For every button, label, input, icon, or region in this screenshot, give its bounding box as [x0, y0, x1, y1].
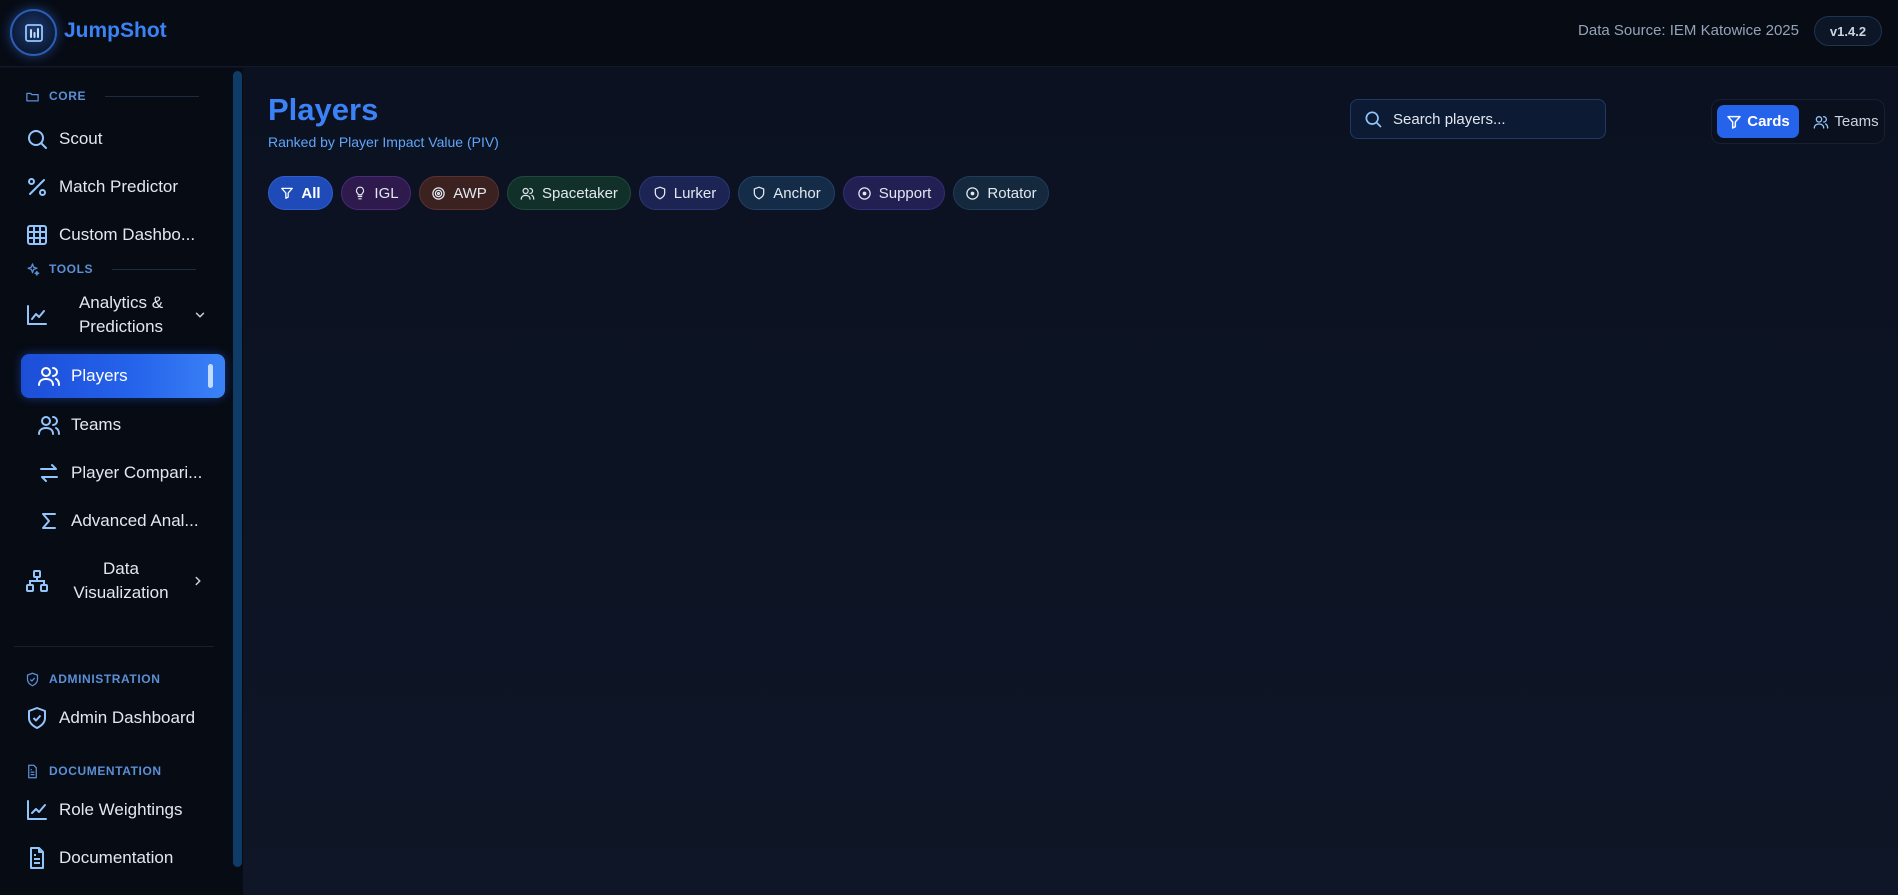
sidebar-group-data-visualization[interactable]: Data Visualization	[25, 557, 205, 605]
sidebar-item-label: Match Predictor	[59, 177, 179, 196]
filter-chip-label: Anchor	[773, 184, 821, 202]
filter-icon	[281, 187, 294, 199]
grid-icon	[27, 225, 47, 245]
brand-name[interactable]: JumpShot	[64, 19, 167, 43]
filter-chip-rotator[interactable]: Rotator	[953, 176, 1049, 210]
target-icon	[432, 186, 445, 200]
filter-chip-lurker[interactable]: Lurker	[639, 176, 730, 210]
chevron-down-icon	[195, 312, 205, 318]
sidebar-item-label: Player Compari...	[71, 463, 203, 482]
shield-check-icon	[26, 672, 39, 686]
file-text-icon	[28, 764, 37, 778]
search-icon	[28, 130, 47, 149]
cards-view-button[interactable]: Cards	[1717, 105, 1799, 138]
sidebar-item-player-comparison[interactable]: Player Compari...	[37, 461, 202, 485]
search-box[interactable]	[1350, 99, 1606, 139]
chevron-right-icon	[195, 576, 201, 586]
sidebar-scrollbar[interactable]	[233, 71, 242, 867]
filter-chip-label: Lurker	[673, 184, 717, 202]
filter-chip-label: All	[301, 184, 321, 202]
filter-chip-support[interactable]: Support	[843, 176, 945, 210]
shield-icon	[654, 186, 666, 200]
sparkles-icon	[27, 262, 40, 276]
teams-view-button[interactable]: Teams	[1810, 105, 1882, 138]
sidebar-item-documentation[interactable]: Documentation	[25, 846, 173, 870]
sidebar-divider	[14, 646, 214, 647]
section-documentation-title: DOCUMENTATION	[49, 764, 162, 778]
section-tools: TOOLS	[25, 260, 197, 278]
section-documentation: DOCUMENTATION	[25, 762, 162, 780]
page-title: Players	[268, 92, 379, 127]
cards-view-label: Cards	[1747, 113, 1790, 130]
sidebar-item-label: Role Weightings	[59, 800, 183, 819]
search-input[interactable]	[1393, 110, 1593, 128]
circle-dot-icon	[857, 186, 871, 200]
sidebar-group-label-line2: Visualization	[73, 583, 169, 602]
filter-chip-anchor[interactable]: Anchor	[738, 176, 835, 210]
filter-chip-spacetaker[interactable]: Spacetaker	[507, 176, 631, 210]
top-bar: JumpShot Data Source: IEM Katowice 2025 …	[0, 0, 1898, 67]
section-core-title: CORE	[49, 89, 87, 103]
data-source-label: Data Source: IEM Katowice 2025	[1578, 22, 1799, 39]
sidebar-item-scout[interactable]: Scout	[25, 127, 102, 151]
percent-icon	[28, 178, 46, 196]
line-chart-icon	[27, 800, 47, 820]
filter-icon	[1727, 115, 1741, 129]
section-tools-title: TOOLS	[49, 262, 94, 276]
filter-chip-label: AWP	[453, 184, 487, 202]
sidebar-group-label-line1: Data	[103, 559, 139, 578]
logo[interactable]	[10, 9, 57, 56]
filter-chip-label: Rotator	[987, 184, 1037, 202]
filter-chip-label: IGL	[374, 184, 399, 202]
section-core: CORE	[25, 87, 200, 105]
filter-chip-label: Support	[878, 184, 932, 202]
sigma-icon	[42, 513, 56, 529]
circle-dot-icon	[966, 186, 980, 200]
sidebar-item-label: Players	[71, 366, 128, 385]
filter-chip-label: Spacetaker	[542, 184, 618, 202]
active-indicator	[208, 364, 213, 388]
section-administration-title: ADMINISTRATION	[49, 672, 161, 686]
sidebar-item-advanced-analytics[interactable]: Advanced Anal...	[37, 509, 199, 533]
chart-area-icon	[27, 305, 47, 325]
users-icon	[520, 187, 535, 200]
sidebar-item-match-predictor[interactable]: Match Predictor	[25, 175, 178, 199]
section-administration: ADMINISTRATION	[25, 670, 161, 688]
section-divider	[105, 95, 200, 97]
shield-icon	[753, 186, 765, 200]
lightbulb-icon	[356, 186, 365, 200]
file-text-icon	[30, 847, 44, 869]
sidebar-group-label-line2: Predictions	[78, 317, 164, 336]
network-icon	[26, 570, 48, 592]
sidebar-item-label: Admin Dashboard	[59, 708, 196, 727]
sidebar-item-teams[interactable]: Teams	[37, 413, 121, 437]
shield-check-icon	[28, 707, 46, 729]
sidebar-item-label: Teams	[71, 415, 122, 434]
users-icon	[38, 367, 60, 386]
sidebar-item-players[interactable]: Players	[21, 354, 225, 398]
teams-view-label: Teams	[1834, 113, 1879, 130]
page-subtitle: Ranked by Player Impact Value (PIV)	[268, 134, 499, 150]
folder-icon	[26, 92, 39, 101]
view-toggle: Cards Teams	[1711, 99, 1885, 144]
filter-chip-awp[interactable]: AWP	[419, 176, 499, 210]
arrows-left-right-icon	[40, 464, 58, 482]
search-icon	[1365, 111, 1382, 128]
users-icon	[38, 416, 60, 435]
sidebar-group-label-line1: Analytics &	[78, 293, 164, 312]
sidebar-item-label: Custom Dashbo...	[59, 225, 196, 244]
version-badge: v1.4.2	[1814, 16, 1882, 46]
sidebar-item-custom-dashboard[interactable]: Custom Dashbo...	[25, 223, 195, 247]
sidebar-item-label: Documentation	[59, 848, 174, 867]
sidebar-item-label: Advanced Anal...	[71, 511, 199, 530]
users-icon	[1814, 115, 1829, 129]
section-divider	[112, 268, 197, 270]
filter-chip-igl[interactable]: IGL	[341, 176, 411, 210]
bar-chart-logo-icon	[24, 23, 43, 42]
filter-chip-all[interactable]: All	[268, 176, 333, 210]
sidebar-group-analytics[interactable]: Analytics & Predictions	[25, 291, 207, 339]
sidebar-item-admin-dashboard[interactable]: Admin Dashboard	[25, 706, 195, 730]
sidebar-item-label: Scout	[59, 129, 103, 148]
sidebar-item-role-weightings[interactable]: Role Weightings	[25, 798, 182, 822]
